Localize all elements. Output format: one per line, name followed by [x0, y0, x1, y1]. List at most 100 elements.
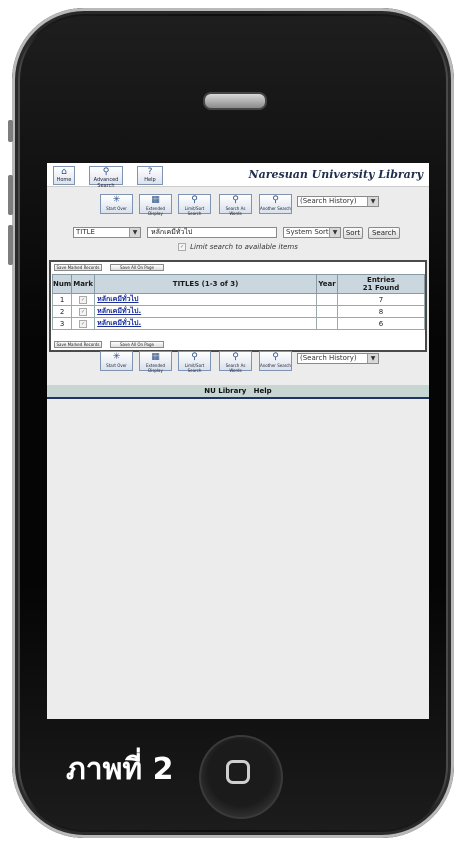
row-entries: 6 [337, 317, 425, 330]
search-field-value: TITLE [76, 228, 95, 236]
chevron-down-icon: ▼ [129, 228, 140, 237]
year-header: Year [316, 274, 338, 294]
results-table: Num Mark TITLES (1-3 of 3) Year Entries … [51, 274, 425, 330]
start-over-button-bottom[interactable]: ✳ Start Over [100, 351, 133, 371]
nu-library-link[interactable]: NU Library [204, 387, 246, 395]
title-link[interactable]: หลักเคมีทั่วไป. [94, 317, 317, 330]
home-button[interactable]: ⌂ Home [53, 166, 75, 185]
volume-down-button [8, 225, 13, 265]
footer-bar: NU Library Help [47, 385, 429, 399]
magnifier-icon: ⚲ [102, 167, 110, 177]
save-marked-records-button-bottom[interactable]: Save Marked Records [54, 341, 102, 348]
checkbox-icon: ✓ [79, 319, 88, 328]
table-row: 1 ✓ หลักเคมีทั่วไป 7 [51, 293, 425, 306]
search-history-value: (Search History) [300, 354, 357, 362]
search-words-icon: ⚲ [232, 195, 239, 205]
save-all-on-page-button-bottom[interactable]: Save All On Page [110, 341, 164, 348]
row-num: 2 [51, 305, 73, 318]
search-as-words-label: Search As Words [225, 206, 246, 216]
limit-sort-icon: ⚲ [191, 195, 198, 205]
bottom-toolbar: ✳ Start Over ▦ Extended Display ⚲ Limit/… [47, 351, 429, 373]
limit-sort-label: Limit/Sort Search [184, 206, 205, 216]
search-field-select[interactable]: TITLE ▼ [73, 227, 141, 238]
search-as-words-label: Search As Words [225, 363, 246, 373]
extended-display-button-bottom[interactable]: ▦ Extended Display [139, 351, 172, 373]
chevron-down-icon: ▼ [329, 228, 340, 237]
mark-checkbox[interactable]: ✓ [71, 293, 96, 306]
another-search-label: Another Search [260, 363, 291, 368]
search-button[interactable]: Search [368, 227, 400, 239]
row-entries: 8 [337, 305, 425, 318]
start-over-label: Start Over [106, 363, 127, 368]
advanced-search-label: Advanced Search [93, 177, 119, 189]
another-search-button-bottom[interactable]: ⚲ Another Search [259, 351, 292, 371]
sort-select[interactable]: System Sorted ▼ [283, 227, 341, 238]
footer-help-link[interactable]: Help [254, 387, 272, 395]
figure-caption: ภาพที่ 2 [66, 752, 174, 787]
checkbox-icon: ✓ [79, 307, 88, 316]
limit-available-option[interactable]: ✓ Limit search to available items [47, 243, 429, 251]
found-count: 21 Found [362, 284, 400, 292]
library-brand: Naresuan University Library [248, 168, 423, 181]
help-label: Help [144, 177, 156, 183]
limit-label: Limit search to available items [190, 243, 298, 251]
search-history-value: (Search History) [300, 197, 357, 205]
phone-screen: ⌂ Home ⚲ Advanced Search ? Help Naresuan… [47, 163, 429, 719]
mark-checkbox[interactable]: ✓ [71, 305, 96, 318]
save-all-on-page-button[interactable]: Save All On Page [110, 264, 164, 271]
top-toolbar: ✳ Start Over ▦ Extended Display ⚲ Limit/… [47, 194, 429, 216]
earpiece-speaker [203, 92, 267, 110]
display-icon: ▦ [151, 352, 160, 362]
search-query-text: หลักเคมีทั่วไป [151, 228, 193, 236]
search-input[interactable]: หลักเคมีทั่วไป [147, 227, 277, 238]
start-over-button[interactable]: ✳ Start Over [100, 194, 133, 214]
library-header: ⌂ Home ⚲ Advanced Search ? Help Naresuan… [47, 163, 429, 189]
title-link[interactable]: หลักเคมีทั่วไป [94, 293, 317, 306]
extended-display-button[interactable]: ▦ Extended Display [139, 194, 172, 216]
home-square-icon [226, 760, 250, 784]
search-as-words-button[interactable]: ⚲ Search As Words [219, 194, 252, 216]
limit-sort-button[interactable]: ⚲ Limit/Sort Search [178, 194, 211, 216]
table-row: 3 ✓ หลักเคมีทั่วไป. 6 [51, 317, 425, 330]
another-search-button[interactable]: ⚲ Another Search [259, 194, 292, 214]
limit-checkbox[interactable]: ✓ [178, 243, 187, 251]
another-search-icon: ⚲ [272, 352, 279, 362]
start-over-icon: ✳ [112, 352, 121, 362]
house-icon: ⌂ [61, 167, 67, 177]
search-words-icon: ⚲ [232, 352, 239, 362]
save-marked-records-button[interactable]: Save Marked Records [54, 264, 102, 271]
table-row: 2 ✓ หลักเคมีทั่วไป. 8 [51, 305, 425, 318]
num-header: Num [51, 274, 73, 294]
row-year [316, 317, 338, 330]
limit-sort-icon: ⚲ [191, 352, 198, 362]
search-as-words-button-bottom[interactable]: ⚲ Search As Words [219, 351, 252, 373]
extended-display-label: Extended Display [146, 206, 165, 216]
mark-checkbox[interactable]: ✓ [71, 317, 96, 330]
advanced-search-button[interactable]: ⚲ Advanced Search [89, 166, 123, 189]
help-icon: ? [147, 167, 153, 177]
row-year [316, 305, 338, 318]
checkbox-icon: ✓ [79, 295, 88, 304]
limit-sort-button-bottom[interactable]: ⚲ Limit/Sort Search [178, 351, 211, 373]
help-button[interactable]: ? Help [137, 166, 163, 185]
home-label: Home [56, 177, 72, 183]
limit-sort-label: Limit/Sort Search [184, 363, 205, 373]
volume-up-button [8, 175, 13, 215]
row-entries: 7 [337, 293, 425, 306]
title-link[interactable]: หลักเคมีทั่วไป. [94, 305, 317, 318]
display-icon: ▦ [151, 195, 160, 205]
chevron-down-icon: ▼ [367, 197, 378, 206]
row-year [316, 293, 338, 306]
start-over-icon: ✳ [112, 195, 121, 205]
sort-button[interactable]: Sort [343, 227, 363, 239]
mark-header: Mark [71, 274, 96, 294]
search-row: TITLE ▼ หลักเคมีทั่วไป System Sorted ▼ S… [47, 225, 429, 241]
another-search-label: Another Search [260, 206, 291, 211]
mute-switch [8, 120, 13, 142]
results-panel: Save Marked Records Save All On Page Num… [49, 260, 427, 352]
search-history-select-bottom[interactable]: (Search History) ▼ [297, 353, 379, 364]
entries-header: Entries 21 Found [337, 274, 425, 294]
row-num: 1 [51, 293, 73, 306]
search-history-select[interactable]: (Search History) ▼ [297, 196, 379, 207]
another-search-icon: ⚲ [272, 195, 279, 205]
